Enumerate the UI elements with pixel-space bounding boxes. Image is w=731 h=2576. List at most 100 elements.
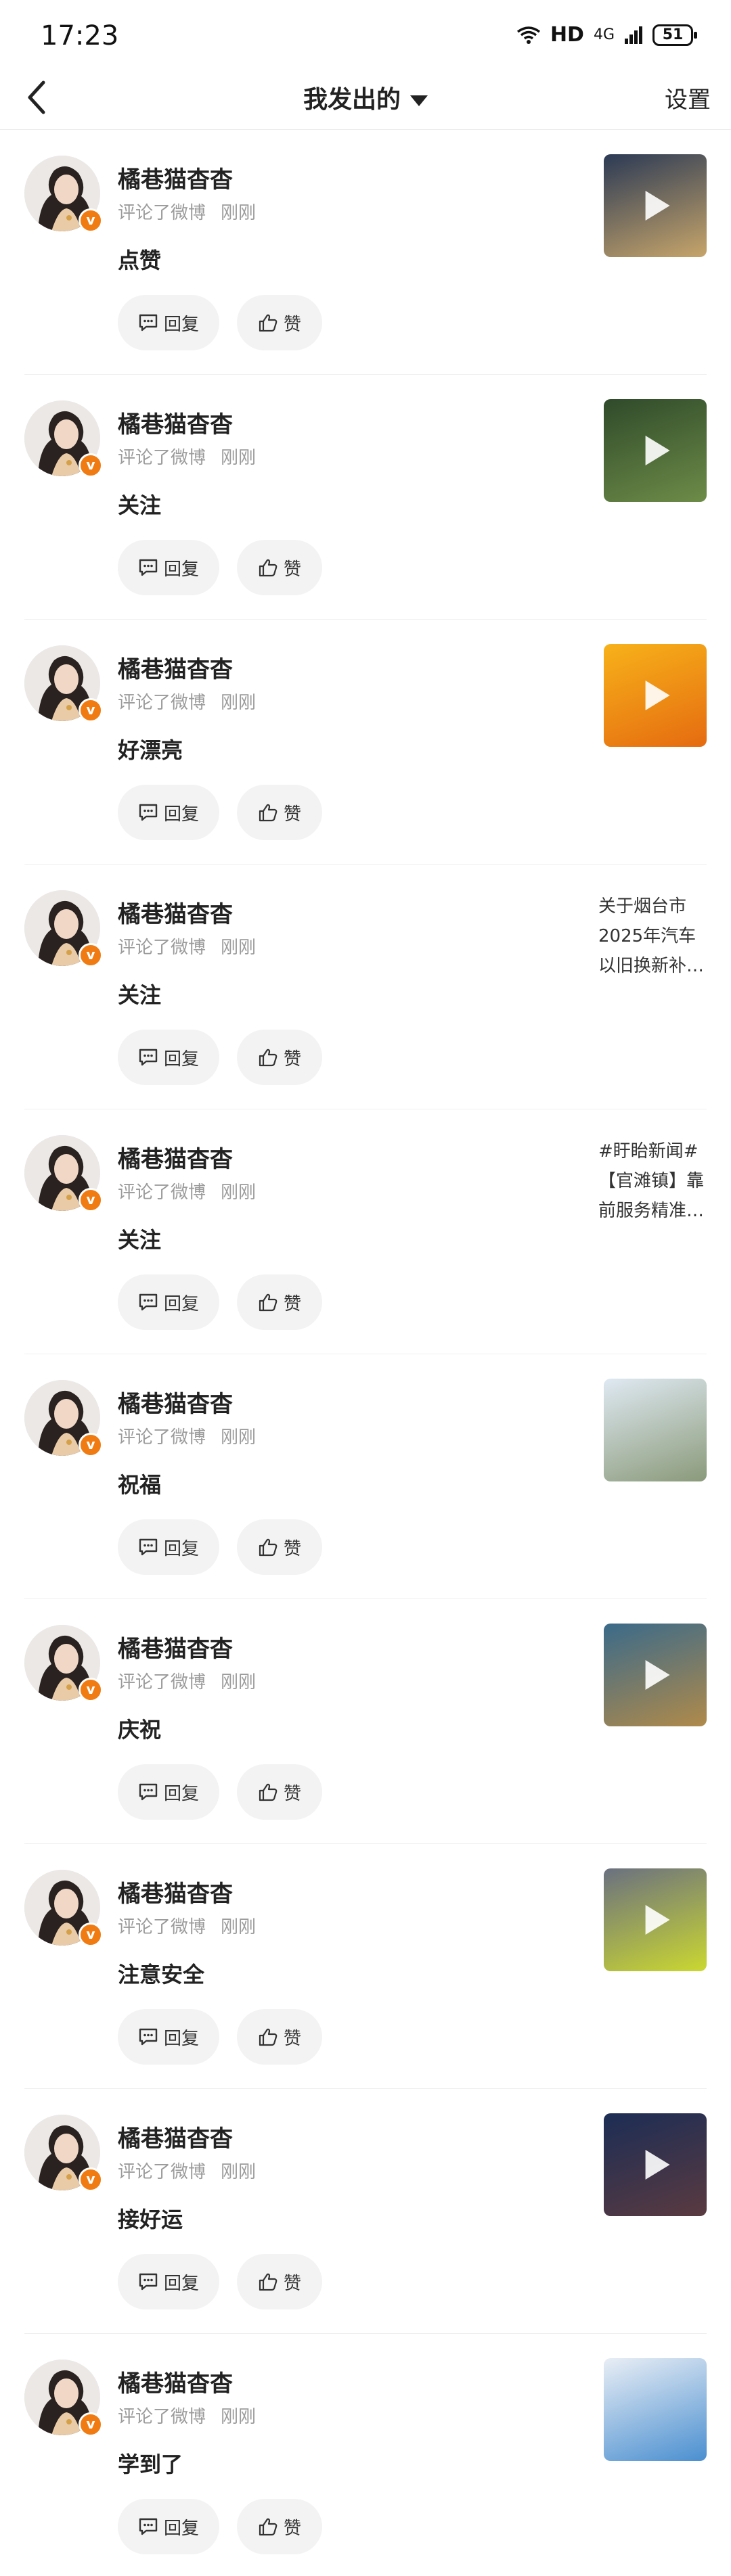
list-item[interactable]: v 橘巷猫杳杳 评论了微博 刚刚 点赞 回复 赞 [24,130,707,375]
thumbs-up-icon [259,1293,278,1312]
username[interactable]: 橘巷猫杳杳 [118,406,233,439]
reply-button[interactable]: 回复 [118,2499,219,2554]
reply-label: 回复 [163,1293,199,1314]
play-icon [645,1660,670,1690]
like-button[interactable]: 赞 [237,2254,322,2309]
like-label: 赞 [283,1049,301,1070]
timestamp: 刚刚 [221,1182,257,1203]
reply-button[interactable]: 回复 [118,1519,219,1575]
reply-label: 回复 [163,2273,199,2294]
timestamp: 刚刚 [221,1427,257,1448]
reply-label: 回复 [163,314,199,335]
reply-button[interactable]: 回复 [118,540,219,595]
list-item[interactable]: v 橘巷猫杳杳 评论了微博 刚刚 庆祝 回复 赞 [24,1599,707,1844]
linked-post-text[interactable]: #盱眙新闻#【官滩镇】靠前服务精准… [598,1136,707,1226]
verified-badge-icon: v [79,453,103,478]
comment-icon [139,559,158,576]
like-button[interactable]: 赞 [237,1764,322,1820]
status-time: 17:23 [41,20,119,51]
reply-label: 回复 [163,1538,199,1559]
like-label: 赞 [283,2273,301,2294]
item-meta: 评论了微博 刚刚 [118,689,256,714]
list-item[interactable]: v 橘巷猫杳杳 评论了微博 刚刚 学到了 回复 赞 [24,2334,707,2576]
reply-button[interactable]: 回复 [118,295,219,350]
thumbs-up-icon [259,559,278,577]
signal-label: 4G [593,26,615,43]
reply-button[interactable]: 回复 [118,1764,219,1820]
item-meta: 评论了微博 刚刚 [118,2403,256,2428]
video-thumbnail[interactable] [604,154,707,257]
caret-down-icon [410,95,428,106]
like-button[interactable]: 赞 [237,2009,322,2065]
status-bar: 17:23 HD 4G 51 [0,0,731,74]
thumbs-up-icon [259,1049,278,1067]
comment-icon [139,804,158,821]
like-button[interactable]: 赞 [237,1519,322,1575]
reply-button[interactable]: 回复 [118,785,219,840]
like-label: 赞 [283,1538,301,1559]
username[interactable]: 橘巷猫杳杳 [118,651,233,684]
timestamp: 刚刚 [221,448,257,468]
username[interactable]: 橘巷猫杳杳 [118,896,233,929]
like-label: 赞 [283,804,301,825]
image-thumbnail[interactable] [604,2358,707,2461]
username[interactable]: 橘巷猫杳杳 [118,2365,233,2398]
video-thumbnail[interactable] [604,1868,707,1971]
comment-icon [139,1538,158,1556]
like-button[interactable]: 赞 [237,1030,322,1085]
list-item[interactable]: v 橘巷猫杳杳 评论了微博 刚刚 注意安全 回复 赞 [24,1844,707,2089]
video-thumbnail[interactable] [604,644,707,747]
reply-label: 回复 [163,804,199,825]
timestamp: 刚刚 [221,2162,257,2182]
top-nav: 我发出的 设置 [0,68,731,130]
page-title[interactable]: 我发出的 [0,80,731,115]
like-button[interactable]: 赞 [237,785,322,840]
like-button[interactable]: 赞 [237,295,322,350]
settings-button[interactable]: 设置 [665,81,711,114]
username[interactable]: 橘巷猫杳杳 [118,2120,233,2153]
list-item[interactable]: v 橘巷猫杳杳 评论了微博 刚刚 好漂亮 回复 赞 [24,620,707,865]
reply-button[interactable]: 回复 [118,2009,219,2065]
list-item[interactable]: v 橘巷猫杳杳 评论了微博 刚刚 关注 回复 赞 [24,375,707,620]
play-icon [645,436,670,465]
comment-text: 关注 [118,1227,162,1253]
timestamp: 刚刚 [221,938,257,958]
like-label: 赞 [283,2518,301,2539]
status-icons: HD 4G 51 [516,23,697,47]
username[interactable]: 橘巷猫杳杳 [118,1385,233,1419]
username[interactable]: 橘巷猫杳杳 [118,161,233,194]
like-button[interactable]: 赞 [237,540,322,595]
username[interactable]: 橘巷猫杳杳 [118,1141,233,1174]
video-thumbnail[interactable] [604,399,707,502]
reply-button[interactable]: 回复 [118,1274,219,1330]
thumbs-up-icon [259,2028,278,2046]
linked-post-text[interactable]: 关于烟台市2025年汽车以旧换新补… [598,892,707,981]
video-thumbnail[interactable] [604,1624,707,1726]
comment-icon [139,1049,158,1066]
item-meta: 评论了微博 刚刚 [118,2158,256,2183]
item-meta: 评论了微博 刚刚 [118,199,256,224]
list-item[interactable]: v 橘巷猫杳杳 评论了微博 刚刚 关注 回复 赞 #盱眙新闻#【官滩镇】靠前服务精… [24,1109,707,1354]
verified-badge-icon: v [79,1923,103,1947]
reply-label: 回复 [163,1049,199,1070]
reply-label: 回复 [163,2028,199,2049]
list-item[interactable]: v 橘巷猫杳杳 评论了微博 刚刚 关注 回复 赞 关于烟台市2025年汽车以旧换新… [24,865,707,1109]
action-text: 评论了微博 [118,1672,206,1693]
timestamp: 刚刚 [221,2407,257,2427]
image-thumbnail[interactable] [604,1379,707,1481]
like-button[interactable]: 赞 [237,1274,322,1330]
like-button[interactable]: 赞 [237,2499,322,2554]
list-item[interactable]: v 橘巷猫杳杳 评论了微博 刚刚 接好运 回复 赞 [24,2089,707,2334]
video-thumbnail[interactable] [604,2113,707,2216]
verified-badge-icon: v [79,1678,103,1702]
item-meta: 评论了微博 刚刚 [118,444,256,469]
username[interactable]: 橘巷猫杳杳 [118,1630,233,1663]
comment-list: v 橘巷猫杳杳 评论了微博 刚刚 点赞 回复 赞 v 橘巷猫杳杳 评论了微博 刚… [0,130,731,2576]
list-item[interactable]: v 橘巷猫杳杳 评论了微博 刚刚 祝福 回复 赞 [24,1354,707,1599]
action-text: 评论了微博 [118,2407,206,2427]
reply-button[interactable]: 回复 [118,2254,219,2309]
reply-button[interactable]: 回复 [118,1030,219,1085]
like-label: 赞 [283,559,301,580]
timestamp: 刚刚 [221,1917,257,1937]
username[interactable]: 橘巷猫杳杳 [118,1875,233,1908]
